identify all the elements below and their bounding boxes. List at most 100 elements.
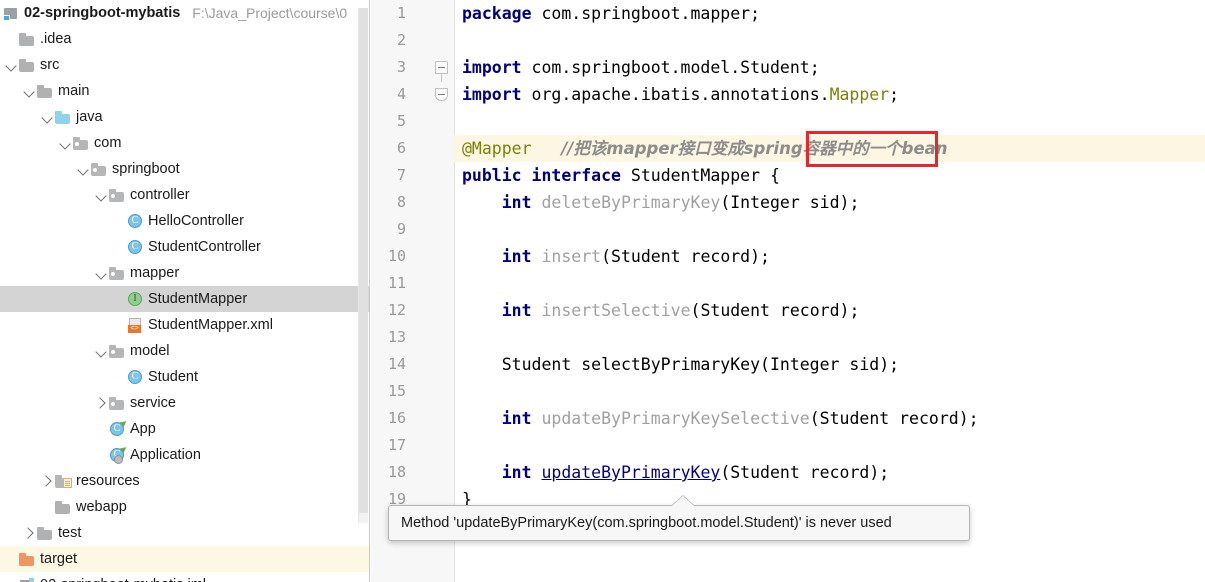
code-editor[interactable]: 1 2 3 4 5 6 7 8 9 10 11 12 13 14 15 16 17 18 19 package co… <box>371 0 1205 582</box>
code-text-area[interactable]: package com.springboot.mapper; import com… <box>454 0 1205 582</box>
code-line-10[interactable]: int insert(Student record); <box>454 243 1205 270</box>
java-class-icon: C <box>126 238 144 256</box>
tree-item-label: springboot <box>112 161 180 177</box>
code-line-12[interactable]: int insertSelective(Student record); <box>454 297 1205 324</box>
line-number: 7 <box>396 166 406 184</box>
sidebar-scrollbar-thumb[interactable] <box>359 8 368 513</box>
chevron-right-icon[interactable] <box>94 390 108 416</box>
tree-item-hellocontroller[interactable]: C HelloController <box>0 208 370 234</box>
chevron-right-icon[interactable] <box>40 468 54 494</box>
line-number: 5 <box>396 112 406 130</box>
tree-item-springboot[interactable]: springboot <box>0 156 370 182</box>
code-fold-icon[interactable] <box>435 61 448 74</box>
tree-item-resources[interactable]: resources <box>0 468 370 494</box>
tree-item-02-springboot-mybatis-iml[interactable]: 02-springboot-mybatis.iml <box>0 572 370 582</box>
code-line-18[interactable]: int updateByPrimaryKey(Student record); <box>454 459 1205 486</box>
tree-item-label: 02-springboot-mybatis.iml <box>40 572 212 582</box>
tree-item-studentmapper-xml[interactable]: <> StudentMapper.xml <box>0 312 370 338</box>
tree-item-label: model <box>130 343 170 359</box>
code-line-9[interactable] <box>454 216 1205 243</box>
tree-item-controller[interactable]: controller <box>0 182 370 208</box>
code-token: import <box>462 58 532 77</box>
code-line-2[interactable] <box>454 27 1205 54</box>
source-folder-icon <box>54 108 72 126</box>
code-line-14[interactable]: Student selectByPrimaryKey(Integer sid); <box>454 351 1205 378</box>
tree-item-label: Application <box>130 447 201 463</box>
code-line-4[interactable]: import org.apache.ibatis.annotations.Map… <box>454 81 1205 108</box>
project-name: 02-springboot-mybatis <box>24 5 181 21</box>
code-line-11[interactable] <box>454 270 1205 297</box>
project-root-row[interactable]: 02-springboot-mybatis F:\Java_Project\cou… <box>0 0 370 26</box>
tree-item-label: resources <box>76 473 140 489</box>
tree-item-target[interactable]: target <box>0 546 370 572</box>
chevron-right-icon[interactable] <box>22 520 36 546</box>
line-number: 4 <box>396 85 406 103</box>
chevron-down-icon[interactable] <box>76 156 90 182</box>
code-token: (Student record); <box>809 409 979 428</box>
code-line-15[interactable] <box>454 378 1205 405</box>
fold-region-line <box>441 74 442 82</box>
tree-item-model[interactable]: model <box>0 338 370 364</box>
code-token: org.apache.ibatis.annotations. <box>531 85 830 104</box>
tree-item-app[interactable]: C App <box>0 416 370 442</box>
code-line-3[interactable]: import com.springboot.model.Student; <box>454 54 1205 81</box>
tree-item-webapp[interactable]: webapp <box>0 494 370 520</box>
chevron-down-icon[interactable] <box>94 260 108 286</box>
java-class-icon: C <box>126 212 144 230</box>
code-token: import <box>462 85 532 104</box>
tree-item-studentmapper[interactable]: I StudentMapper <box>0 286 370 312</box>
folder-icon <box>36 82 54 100</box>
code-fold-icon[interactable] <box>435 88 448 101</box>
tree-item-mapper[interactable]: mapper <box>0 260 370 286</box>
code-line-13[interactable] <box>454 324 1205 351</box>
chevron-down-icon[interactable] <box>4 52 18 78</box>
line-number: 9 <box>396 220 406 238</box>
tree-item-service[interactable]: service <box>0 390 370 416</box>
code-token: (Student record); <box>720 463 890 482</box>
code-token: (Student record); <box>601 247 770 266</box>
code-line-17[interactable] <box>454 432 1205 459</box>
tree-item-student[interactable]: C Student <box>0 364 370 390</box>
tree-item-application[interactable]: CApplication <box>0 442 370 468</box>
tree-item-label: java <box>76 109 103 125</box>
code-token: int <box>501 247 542 266</box>
chevron-down-icon[interactable] <box>94 338 108 364</box>
tree-item-main[interactable]: main <box>0 78 370 104</box>
project-path: F:\Java_Project\course\0 <box>192 5 348 21</box>
code-line-8[interactable]: int deleteByPrimaryKey(Integer sid); <box>454 189 1205 216</box>
runnable-class-icon: C <box>108 418 129 438</box>
editor-gutter[interactable]: 1 2 3 4 5 6 7 8 9 10 11 12 13 14 15 16 17 18 19 <box>371 0 455 582</box>
tree-item-java[interactable]: java <box>0 104 370 130</box>
code-token: insertSelective <box>541 301 691 320</box>
sidebar-scrollbar-track[interactable] <box>358 8 368 523</box>
panel-divider[interactable] <box>369 0 370 582</box>
line-number: 3 <box>396 58 406 76</box>
tree-item-label: controller <box>130 187 190 203</box>
chevron-down-icon[interactable] <box>94 182 108 208</box>
tooltip-arrow-icon <box>672 496 694 506</box>
tree-item-label: StudentController <box>148 239 261 255</box>
tree-item-idea[interactable]: .idea <box>0 26 370 52</box>
chevron-down-icon[interactable] <box>58 130 72 156</box>
code-token: public interface <box>462 166 631 185</box>
folder-icon <box>18 56 36 74</box>
folder-icon <box>18 30 36 48</box>
tree-item-test[interactable]: test <box>0 520 370 546</box>
tree-item-studentcontroller[interactable]: C StudentController <box>0 234 370 260</box>
code-token: insert <box>541 247 602 266</box>
line-number: 12 <box>387 301 406 319</box>
package-folder-icon <box>72 134 90 152</box>
project-tree[interactable]: 02-springboot-mybatis F:\Java_Project\cou… <box>0 0 370 582</box>
code-token: Mapper <box>829 85 890 104</box>
tree-item-com[interactable]: com <box>0 130 370 156</box>
code-line-1[interactable]: package com.springboot.mapper; <box>454 0 1205 27</box>
chevron-down-icon[interactable] <box>22 78 36 104</box>
tree-item-src[interactable]: src <box>0 52 370 78</box>
code-token: @Mapper <box>462 139 532 158</box>
code-line-16[interactable]: int updateByPrimaryKeySelective(Student … <box>454 405 1205 432</box>
chevron-down-icon[interactable] <box>40 104 54 130</box>
